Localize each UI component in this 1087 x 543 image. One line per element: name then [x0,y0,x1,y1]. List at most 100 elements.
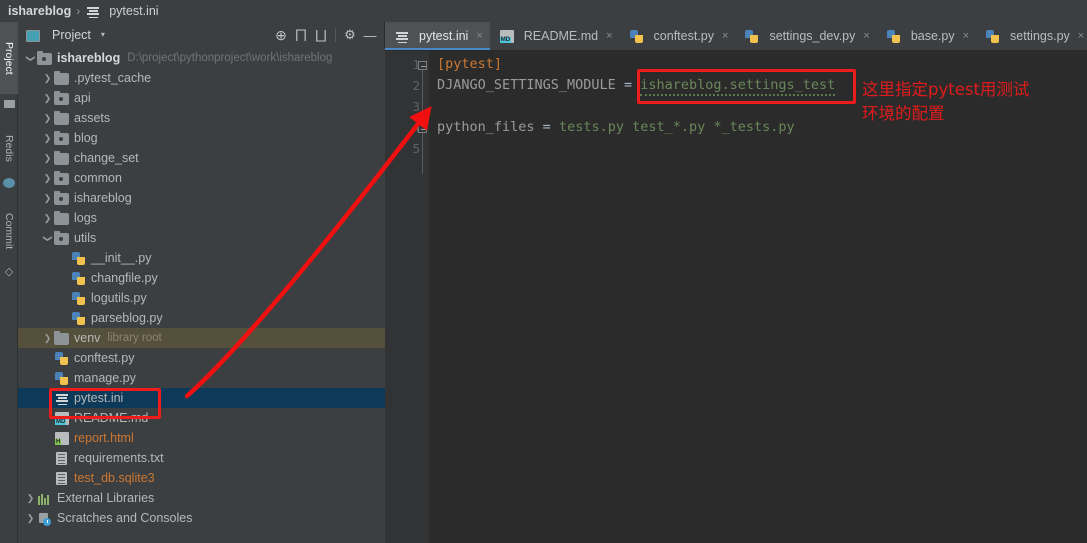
tree-row[interactable]: changfile.py [18,268,385,288]
tree-item-label: manage.py [74,371,136,385]
tree-row[interactable]: pytest.ini [18,388,385,408]
code-line[interactable]: [pytest] [429,54,1087,75]
folder-icon [54,110,70,126]
chevron-right-icon[interactable]: ❯ [41,133,54,144]
tree-item-label: changfile.py [91,271,158,285]
settings-gear-icon[interactable]: ⚙ [340,25,360,45]
chevron-right-icon[interactable]: ❯ [41,113,54,124]
editor-tab[interactable]: base.py × [877,22,976,50]
ini-file-icon [394,28,410,44]
tree-row[interactable]: manage.py [18,368,385,388]
project-tree[interactable]: ❯ishareblogD:\project\pythonproject\work… [18,48,385,543]
expand-all-icon[interactable]: ⨅ [291,25,311,45]
tree-row[interactable]: ❯common [18,168,385,188]
tool-window-strip: Project Redis Commit ◇ [0,22,18,543]
tree-row[interactable]: ❯change_set [18,148,385,168]
code-line[interactable] [429,138,1087,159]
chevron-right-icon[interactable]: ❯ [41,73,54,84]
tree-item-label: README.md [74,411,148,425]
editor-tab[interactable]: pytest.ini × [385,22,490,50]
tree-item-label: pytest.ini [74,391,123,405]
breadcrumb-root[interactable]: ishareblog [8,4,71,18]
close-icon[interactable]: × [476,30,482,42]
chevron-down-icon[interactable]: ❯ [42,232,53,245]
tree-row[interactable]: ❯ .pytest_cache [18,68,385,88]
editor-tab[interactable]: settings_dev.py× [735,22,876,50]
chevron-right-icon[interactable]: ❯ [24,493,37,504]
breadcrumb: ishareblog › pytest.ini [0,0,1087,22]
tree-row[interactable]: ❯ utils [18,228,385,248]
tree-row[interactable]: ❯venvlibrary root [18,328,385,348]
close-icon[interactable]: × [863,30,869,42]
tree-row[interactable]: conftest.py [18,348,385,368]
folder-icon [54,130,70,146]
chevron-right-icon[interactable]: ❯ [41,333,54,344]
tree-row[interactable]: Hreport.html [18,428,385,448]
project-tool-window: Project ▾ ⊕ ⨅ ⨆ ⚙ — ❯ishareblogD:\projec… [18,22,385,543]
tree-row[interactable]: parseblog.py [18,308,385,328]
tree-row[interactable]: __init__.py [18,248,385,268]
sidebar-item-commit[interactable]: Commit [0,200,18,262]
tree-row[interactable]: test_db.sqlite3 [18,468,385,488]
sidebar-item-project[interactable]: Project [0,22,18,94]
sidebar-item-redis[interactable]: Redis [0,122,18,174]
folder-icon [37,50,53,66]
editor-gutter: 12345 [385,51,429,543]
editor-tab-label: base.py [911,29,955,43]
chevron-right-icon[interactable]: ❯ [41,153,54,164]
tree-item-label: logs [74,211,97,225]
tree-item-label: requirements.txt [74,451,164,465]
locate-file-icon[interactable]: ⊕ [271,25,291,45]
markdown-file-icon: MD [54,410,70,426]
tool-tab-label: Commit [3,213,15,249]
tree-row[interactable]: ❯ishareblog [18,188,385,208]
close-icon[interactable]: × [1078,30,1084,42]
scratches-icon [37,510,53,526]
chevron-right-icon[interactable]: ❯ [41,193,54,204]
breadcrumb-file[interactable]: pytest.ini [109,4,158,18]
tree-row[interactable]: MD README.md [18,408,385,428]
tree-row[interactable]: ❯assets [18,108,385,128]
tree-item-label: utils [74,231,96,245]
code-folding-column[interactable] [416,54,429,543]
folder-icon [54,150,70,166]
editor-tab-bar[interactable]: pytest.ini×MDREADME.md×conftest.py×setti… [385,22,1087,51]
chevron-right-icon[interactable]: ❯ [41,93,54,104]
tree-row[interactable]: ❯ logs [18,208,385,228]
tree-item-label: .pytest_cache [74,71,151,85]
code-token-section: [pytest] [437,56,502,72]
fold-marker-icon[interactable] [418,61,427,70]
tree-row[interactable]: logutils.py [18,288,385,308]
tree-row[interactable]: ❯ishareblogD:\project\pythonproject\work… [18,48,385,68]
editor-tab[interactable]: conftest.py× [620,22,736,50]
tree-row[interactable]: ❯ api [18,88,385,108]
close-icon[interactable]: × [722,30,728,42]
tree-item-label: report.html [74,431,134,445]
folder-icon [54,230,70,246]
folder-icon [54,190,70,206]
editor-tab[interactable]: MDREADME.md× [490,22,620,50]
python-file-icon [629,28,645,44]
chevron-down-icon[interactable]: ❯ [25,52,36,65]
chevron-down-icon[interactable]: ▾ [101,31,105,39]
folder-icon [54,170,70,186]
python-file-icon [744,28,760,44]
editor-tab-label: pytest.ini [419,29,468,43]
chevron-right-icon[interactable]: ❯ [41,173,54,184]
project-panel-title: Project [52,28,91,42]
chevron-right-icon[interactable]: ❯ [24,513,37,524]
tree-row[interactable]: ❯External Libraries [18,488,385,508]
close-icon[interactable]: × [963,30,969,42]
chevron-right-icon[interactable]: ❯ [41,213,54,224]
hide-panel-icon[interactable]: — [360,25,380,45]
editor-tab-label: README.md [524,29,598,43]
tree-row[interactable]: requirements.txt [18,448,385,468]
fold-marker-icon[interactable] [418,124,427,133]
tree-item-label: api [74,91,91,105]
editor-tab[interactable]: settings.py× [976,22,1087,50]
close-icon[interactable]: × [606,30,612,42]
tree-row[interactable]: ❯Scratches and Consoles [18,508,385,528]
annotation-note: 这里指定pytest用测试 环境的配置 [862,78,1077,126]
tree-row[interactable]: ❯blog [18,128,385,148]
collapse-all-icon[interactable]: ⨆ [311,25,331,45]
